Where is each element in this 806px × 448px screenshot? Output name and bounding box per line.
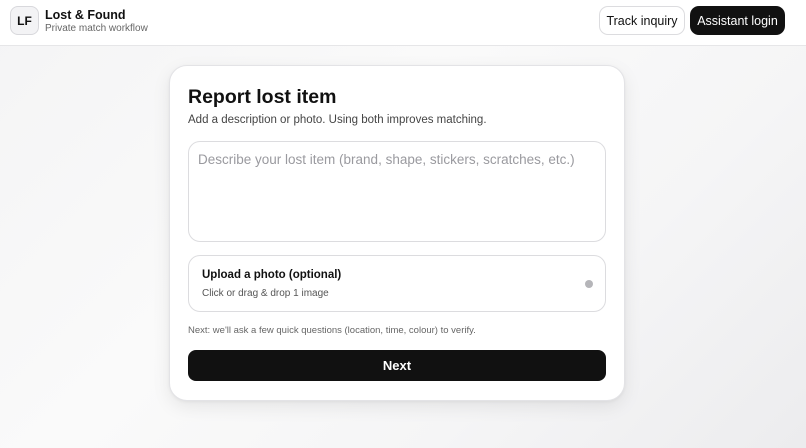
page-subtitle: Add a description or photo. Using both i…: [188, 114, 487, 126]
track-inquiry-button[interactable]: Track inquiry: [599, 6, 685, 35]
assistant-login-button[interactable]: Assistant login: [690, 6, 785, 35]
next-button[interactable]: Next: [188, 350, 606, 381]
logo: LF: [10, 6, 39, 35]
photo-upload-dropzone[interactable]: Upload a photo (optional) Click or drag …: [188, 255, 606, 312]
next-step-hint: Next: we'll ask a few quick questions (l…: [188, 325, 476, 336]
app-subtitle: Private match workflow: [45, 23, 148, 34]
upload-title: Upload a photo (optional): [202, 269, 342, 281]
app-title: Lost & Found: [45, 8, 126, 22]
status-dot-icon: [585, 280, 593, 288]
upload-subtitle: Click or drag & drop 1 image: [202, 288, 329, 299]
page-title: Report lost item: [188, 86, 337, 108]
top-bar: LF Lost & Found Private match workflow T…: [0, 0, 806, 46]
report-card: Report lost item Add a description or ph…: [169, 65, 625, 401]
description-input[interactable]: [188, 141, 606, 242]
